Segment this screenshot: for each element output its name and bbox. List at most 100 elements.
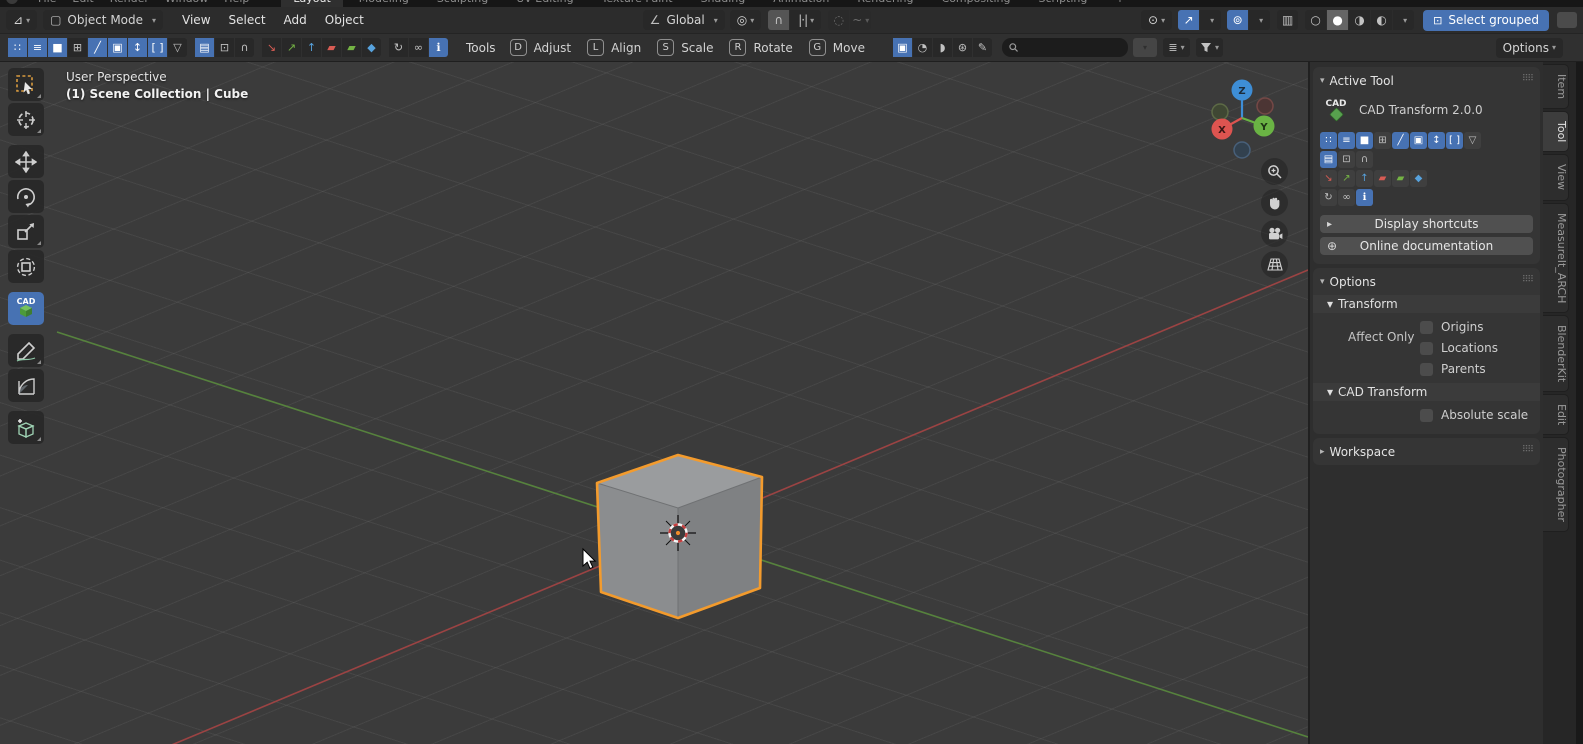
menu-view[interactable]: View [173, 13, 219, 27]
sidebar-tab-measureit-arch[interactable]: MeasureIt_ARCH [1543, 202, 1569, 313]
sidebar-tab-view[interactable]: View [1543, 154, 1569, 201]
zoom-nav-button[interactable] [1261, 158, 1288, 185]
info-toggle-icon[interactable]: ℹ [429, 38, 448, 57]
front-face-snap-icon[interactable]: ▤ [195, 38, 214, 57]
sidebar-tab-blenderkit[interactable]: BlenderKit [1543, 314, 1569, 393]
display-shortcuts-button[interactable]: ▸ Display shortcuts [1320, 215, 1533, 233]
constraint-z-icon[interactable]: ↑ [302, 38, 321, 57]
paint-drop-icon[interactable]: ◗ [932, 38, 952, 57]
search-box[interactable] [1001, 38, 1128, 57]
snap-lines-icon[interactable]: ≡ [1338, 132, 1355, 149]
proportional-falloff-dropdown[interactable]: ~ [850, 10, 872, 30]
select-grouped-button[interactable]: ⊡ Select grouped [1423, 9, 1550, 31]
snap-perpendicular-icon[interactable]: ↕ [128, 38, 147, 57]
move-tool[interactable] [8, 145, 44, 178]
cursor-tool[interactable] [8, 103, 44, 136]
menu-object[interactable]: Object [316, 13, 373, 27]
menu-file[interactable]: File [38, 0, 56, 5]
options-dropdown[interactable]: Options [1495, 37, 1563, 58]
transform-tool[interactable] [8, 250, 44, 283]
viewport-3d[interactable]: User Perspective (1) Scene Collection | … [0, 62, 1308, 744]
align-action[interactable]: L Align [587, 39, 641, 56]
camera-view-button[interactable] [1261, 220, 1288, 247]
constraint-y-icon[interactable]: ↗ [282, 38, 301, 57]
menu-window[interactable]: Window [165, 0, 208, 5]
scene-canvas[interactable] [0, 62, 1308, 744]
brush-icon[interactable]: ✎ [972, 38, 992, 57]
gizmo-neg-z-ball[interactable] [1233, 141, 1251, 159]
plane-xy-icon[interactable]: ◆ [1410, 170, 1427, 187]
pivot-point-dropdown[interactable]: ◎ [729, 10, 762, 30]
snap-center-icon[interactable]: ▣ [108, 38, 127, 57]
gizmo-dropdown[interactable] [1200, 10, 1222, 30]
window-corner-icon[interactable] [1557, 12, 1578, 28]
display-mode-dropdown[interactable]: ≣ [1162, 38, 1190, 57]
object-visibility-dropdown[interactable]: ⊙ [1141, 10, 1173, 30]
show-gizmo-toggle[interactable]: ↗ [1178, 10, 1200, 30]
transform-subpanel-header[interactable]: ▾ Transform [1313, 295, 1540, 313]
snap-magnet-toggle[interactable]: ∩ [768, 10, 790, 30]
active-tool-header[interactable]: ▾ Active Tool [1320, 72, 1533, 89]
rotate-tool[interactable] [8, 180, 44, 213]
rotate-action[interactable]: R Rotate [729, 39, 793, 56]
gizmo-neg-x-ball[interactable] [1256, 97, 1274, 115]
measure-tool[interactable] [8, 369, 44, 402]
constraint-x-icon[interactable]: ↘ [262, 38, 281, 57]
origins-checkbox[interactable]: Origins [1420, 320, 1533, 334]
pan-nav-button[interactable] [1261, 189, 1288, 216]
face-copy-icon[interactable]: ⊡ [1338, 151, 1355, 168]
plane-yz-icon[interactable]: ▰ [1374, 170, 1391, 187]
box-select-tool[interactable] [8, 68, 44, 101]
magnet-icon[interactable]: ∩ [1356, 151, 1373, 168]
search-input[interactable] [1023, 40, 1121, 55]
workspace-tab-rendering[interactable]: Rendering [845, 0, 925, 7]
constraint-z-icon[interactable]: ↑ [1356, 170, 1373, 187]
adjust-action[interactable]: D Adjust [509, 39, 571, 56]
cad-transform-tool[interactable]: CAD [8, 292, 44, 325]
proportional-edit-toggle[interactable]: ◌ [828, 10, 850, 30]
show-overlays-toggle[interactable]: ⊚ [1227, 10, 1249, 30]
workspace-tab-animation[interactable]: Animation [761, 0, 841, 7]
menu-edit[interactable]: Edit [72, 0, 93, 5]
scale-tool[interactable] [8, 215, 44, 248]
link-rings-icon[interactable]: ∞ [409, 38, 428, 57]
editor-type-selector[interactable]: ⊿ [6, 10, 38, 30]
menu-add[interactable]: Add [275, 13, 316, 27]
link-rings-icon[interactable]: ∞ [1338, 189, 1355, 206]
blender-logo[interactable] [6, 0, 18, 4]
front-face-snap-icon[interactable]: ▤ [1320, 151, 1337, 168]
shading-wireframe-button[interactable]: ○ [1305, 10, 1327, 30]
snap-edge-icon[interactable]: ╱ [1392, 132, 1409, 149]
object-mode-dropdown[interactable]: ▢ Object Mode [43, 10, 164, 30]
workspace-tab-layout[interactable]: Layout [281, 0, 343, 7]
world-icon[interactable]: ⊛ [952, 38, 972, 57]
add-cube-tool[interactable] [8, 411, 44, 444]
snap-geometry-icon[interactable]: ▽ [1464, 132, 1481, 149]
absolute-scale-checkbox[interactable]: Absolute scale [1420, 408, 1533, 422]
workspace-tab-compositing[interactable]: Compositing [930, 0, 1023, 7]
shading-sphere-icon[interactable]: ◔ [912, 38, 932, 57]
gizmo-neg-y-ball[interactable] [1211, 103, 1229, 121]
locations-checkbox[interactable]: Locations [1420, 341, 1533, 355]
navigation-gizmo[interactable]: Z X Y [1198, 72, 1286, 160]
scale-action[interactable]: S Scale [657, 39, 713, 56]
snap-grid-plus-icon[interactable]: ⊞ [1374, 132, 1391, 149]
online-documentation-button[interactable]: ⊕ Online documentation [1320, 237, 1533, 255]
options-header[interactable]: ▾ Options [1320, 273, 1533, 290]
constraint-x-icon[interactable]: ↘ [1320, 170, 1337, 187]
snap-face-icon[interactable]: ■ [48, 38, 67, 57]
snap-bounds-icon[interactable]: [ ] [1446, 132, 1463, 149]
face-copy-icon[interactable]: ⊡ [215, 38, 234, 57]
rotate-step-icon[interactable]: ↻ [1320, 189, 1337, 206]
snap-grid-plus-icon[interactable]: ⊞ [68, 38, 87, 57]
sidebar-tab-photographer[interactable]: Photographer [1543, 437, 1569, 533]
workspace-header[interactable]: ▸ Workspace [1320, 443, 1533, 460]
panel-grip-icon[interactable] [1522, 275, 1533, 285]
panel-grip-icon[interactable] [1522, 445, 1533, 455]
snap-to-dropdown[interactable]: |·| [790, 10, 822, 30]
snap-geometry-icon[interactable]: ▽ [168, 38, 187, 57]
rotate-step-icon[interactable]: ↻ [389, 38, 408, 57]
plane-xz-icon[interactable]: ▰ [342, 38, 361, 57]
search-collapse-button[interactable] [1132, 38, 1157, 57]
workspace-tab-texture-paint[interactable]: Texture Paint [590, 0, 685, 7]
